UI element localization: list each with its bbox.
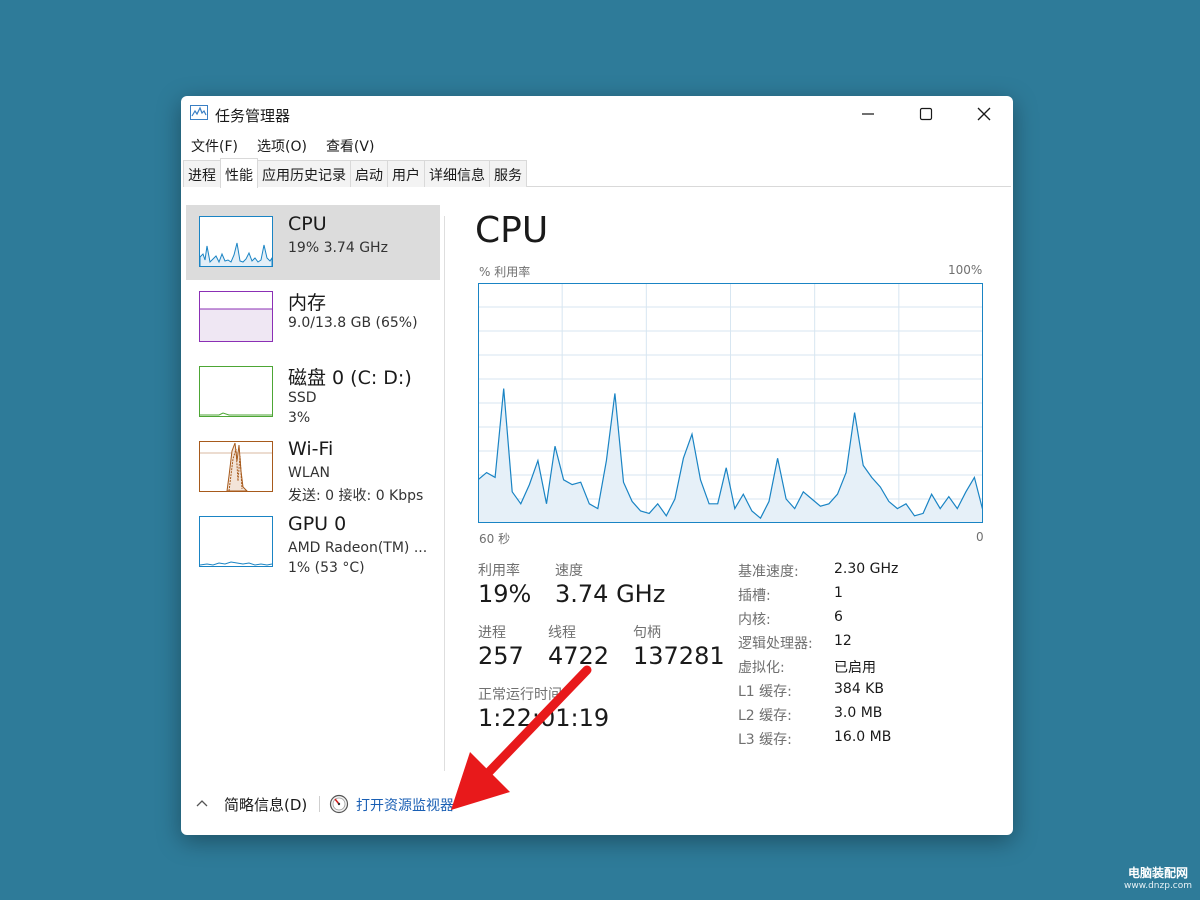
threads-value: 4722	[548, 642, 610, 670]
tab-services[interactable]: 服务	[489, 160, 527, 187]
watermark-url: www.dnzp.com	[1123, 881, 1193, 891]
spec-sockets-label: 插槽:	[738, 588, 771, 604]
sidebar-item-disk-label: 磁盘 0 (C: D:)	[288, 367, 412, 389]
uptime-label: 正常运行时间	[478, 687, 562, 703]
fewer-details-button[interactable]: 简略信息(D)	[224, 794, 307, 815]
tab-app-history[interactable]: 应用历史记录	[257, 160, 351, 187]
spec-l2-cache-label: L2 缓存:	[738, 708, 792, 724]
spec-l3-cache-label: L3 缓存:	[738, 732, 792, 748]
sidebar-item-cpu-detail: 19% 3.74 GHz	[288, 240, 388, 256]
task-manager-app-icon	[190, 105, 208, 120]
maximize-button[interactable]	[897, 96, 955, 132]
spec-base-speed-label: 基准速度:	[738, 564, 799, 580]
sidebar-item-wifi[interactable]: Wi-Fi WLAN 发送: 0 接收: 0 Kbps	[186, 430, 440, 505]
speed-value: 3.74 GHz	[555, 580, 666, 608]
menu-file[interactable]: 文件(F)	[181, 134, 247, 156]
handles-value: 137281	[633, 642, 725, 670]
sidebar-item-memory-label: 内存	[288, 292, 327, 314]
sidebar-item-gpu-label: GPU 0	[288, 513, 347, 535]
utilization-label: 利用率	[478, 563, 520, 579]
spec-virtualization-value: 已启用	[834, 660, 876, 676]
tab-users[interactable]: 用户	[387, 160, 425, 187]
page-title: CPU	[475, 210, 549, 251]
minimize-button[interactable]	[839, 96, 897, 132]
minimize-icon	[862, 113, 874, 115]
spec-virtualization-label: 虚拟化:	[738, 660, 785, 676]
wifi-thumbnail-graph	[199, 441, 273, 492]
graph-x-end-label: 0	[976, 530, 984, 544]
sidebar-item-memory[interactable]: 内存 9.0/13.8 GB (65%)	[186, 280, 440, 355]
utilization-value: 19%	[478, 580, 532, 608]
window-title: 任务管理器	[215, 107, 291, 125]
sidebar-item-cpu[interactable]: CPU 19% 3.74 GHz	[186, 205, 440, 280]
tab-processes[interactable]: 进程	[183, 160, 221, 187]
tab-startup[interactable]: 启动	[350, 160, 388, 187]
graph-y-label: % 利用率	[479, 265, 531, 279]
threads-label: 线程	[548, 625, 576, 641]
menu-options[interactable]: 选项(O)	[247, 134, 316, 156]
cpu-thumbnail-graph	[199, 216, 273, 267]
open-resource-monitor-link[interactable]: 打开资源监视器	[356, 795, 454, 815]
sidebar-item-disk-type: SSD	[288, 390, 317, 406]
menu-view[interactable]: 查看(V)	[316, 134, 384, 156]
processes-label: 进程	[478, 625, 506, 641]
tab-bar: 进程 性能 应用历史记录 启动 用户 详细信息 服务	[183, 158, 1011, 188]
spec-l2-cache-value: 3.0 MB	[834, 705, 883, 721]
tab-details[interactable]: 详细信息	[424, 160, 490, 187]
close-button[interactable]	[955, 96, 1013, 132]
tab-performance[interactable]: 性能	[220, 158, 258, 188]
footer-bar: 简略信息(D) 打开资源监视器	[181, 786, 1013, 822]
sidebar-item-cpu-label: CPU	[288, 213, 327, 235]
disk-thumbnail-graph	[199, 366, 273, 417]
spec-l1-cache-label: L1 缓存:	[738, 684, 792, 700]
uptime-value: 1:22:01:19	[478, 704, 610, 732]
sidebar-item-wifi-label: Wi-Fi	[288, 438, 334, 460]
spec-cores-value: 6	[834, 609, 843, 625]
spec-base-speed-value: 2.30 GHz	[834, 561, 899, 577]
handles-label: 句柄	[633, 625, 661, 641]
processes-value: 257	[478, 642, 524, 670]
panel-divider	[444, 216, 445, 771]
title-bar[interactable]: 任务管理器	[181, 96, 1013, 132]
speed-label: 速度	[555, 563, 583, 579]
chevron-up-icon[interactable]	[195, 796, 209, 810]
sidebar-item-gpu-usage: 1% (53 °C)	[288, 560, 365, 576]
sidebar-item-wifi-throughput: 发送: 0 接收: 0 Kbps	[288, 488, 424, 504]
spec-logical-processors-value: 12	[834, 633, 852, 649]
spec-sockets-value: 1	[834, 585, 843, 601]
gpu-thumbnail-graph	[199, 516, 273, 567]
resource-monitor-icon[interactable]	[329, 794, 349, 814]
spec-l3-cache-value: 16.0 MB	[834, 729, 892, 745]
site-watermark: 电脑装配网 www.dnzp.com	[1120, 864, 1196, 891]
sidebar-item-memory-detail: 9.0/13.8 GB (65%)	[288, 315, 418, 331]
performance-sidebar: CPU 19% 3.74 GHz 内存 9.0/13.8 GB (65%) 磁盘…	[186, 205, 440, 580]
watermark-name: 电脑装配网	[1127, 866, 1188, 880]
graph-x-start-label: 60 秒	[479, 532, 511, 546]
spec-l1-cache-value: 384 KB	[834, 681, 884, 697]
maximize-icon	[919, 107, 933, 121]
spec-cores-label: 内核:	[738, 612, 771, 628]
cpu-utilization-graph	[478, 283, 983, 523]
sidebar-item-disk-usage: 3%	[288, 410, 311, 426]
sidebar-item-wifi-adapter: WLAN	[288, 465, 331, 481]
graph-y-max-label: 100%	[948, 263, 983, 277]
footer-separator	[319, 796, 320, 812]
sidebar-item-disk[interactable]: 磁盘 0 (C: D:) SSD 3%	[186, 355, 440, 430]
sidebar-item-gpu-model: AMD Radeon(TM) ...	[288, 540, 428, 556]
spec-logical-processors-label: 逻辑处理器:	[738, 636, 813, 652]
close-icon	[977, 107, 991, 121]
task-manager-window: 任务管理器 文件(F) 选项(O) 查看(V) 进程 性能 应用历史记录 启动 …	[181, 96, 1013, 835]
sidebar-item-gpu[interactable]: GPU 0 AMD Radeon(TM) ... 1% (53 °C)	[186, 505, 440, 580]
menu-bar: 文件(F) 选项(O) 查看(V)	[181, 134, 383, 156]
memory-thumbnail-graph	[199, 291, 273, 342]
